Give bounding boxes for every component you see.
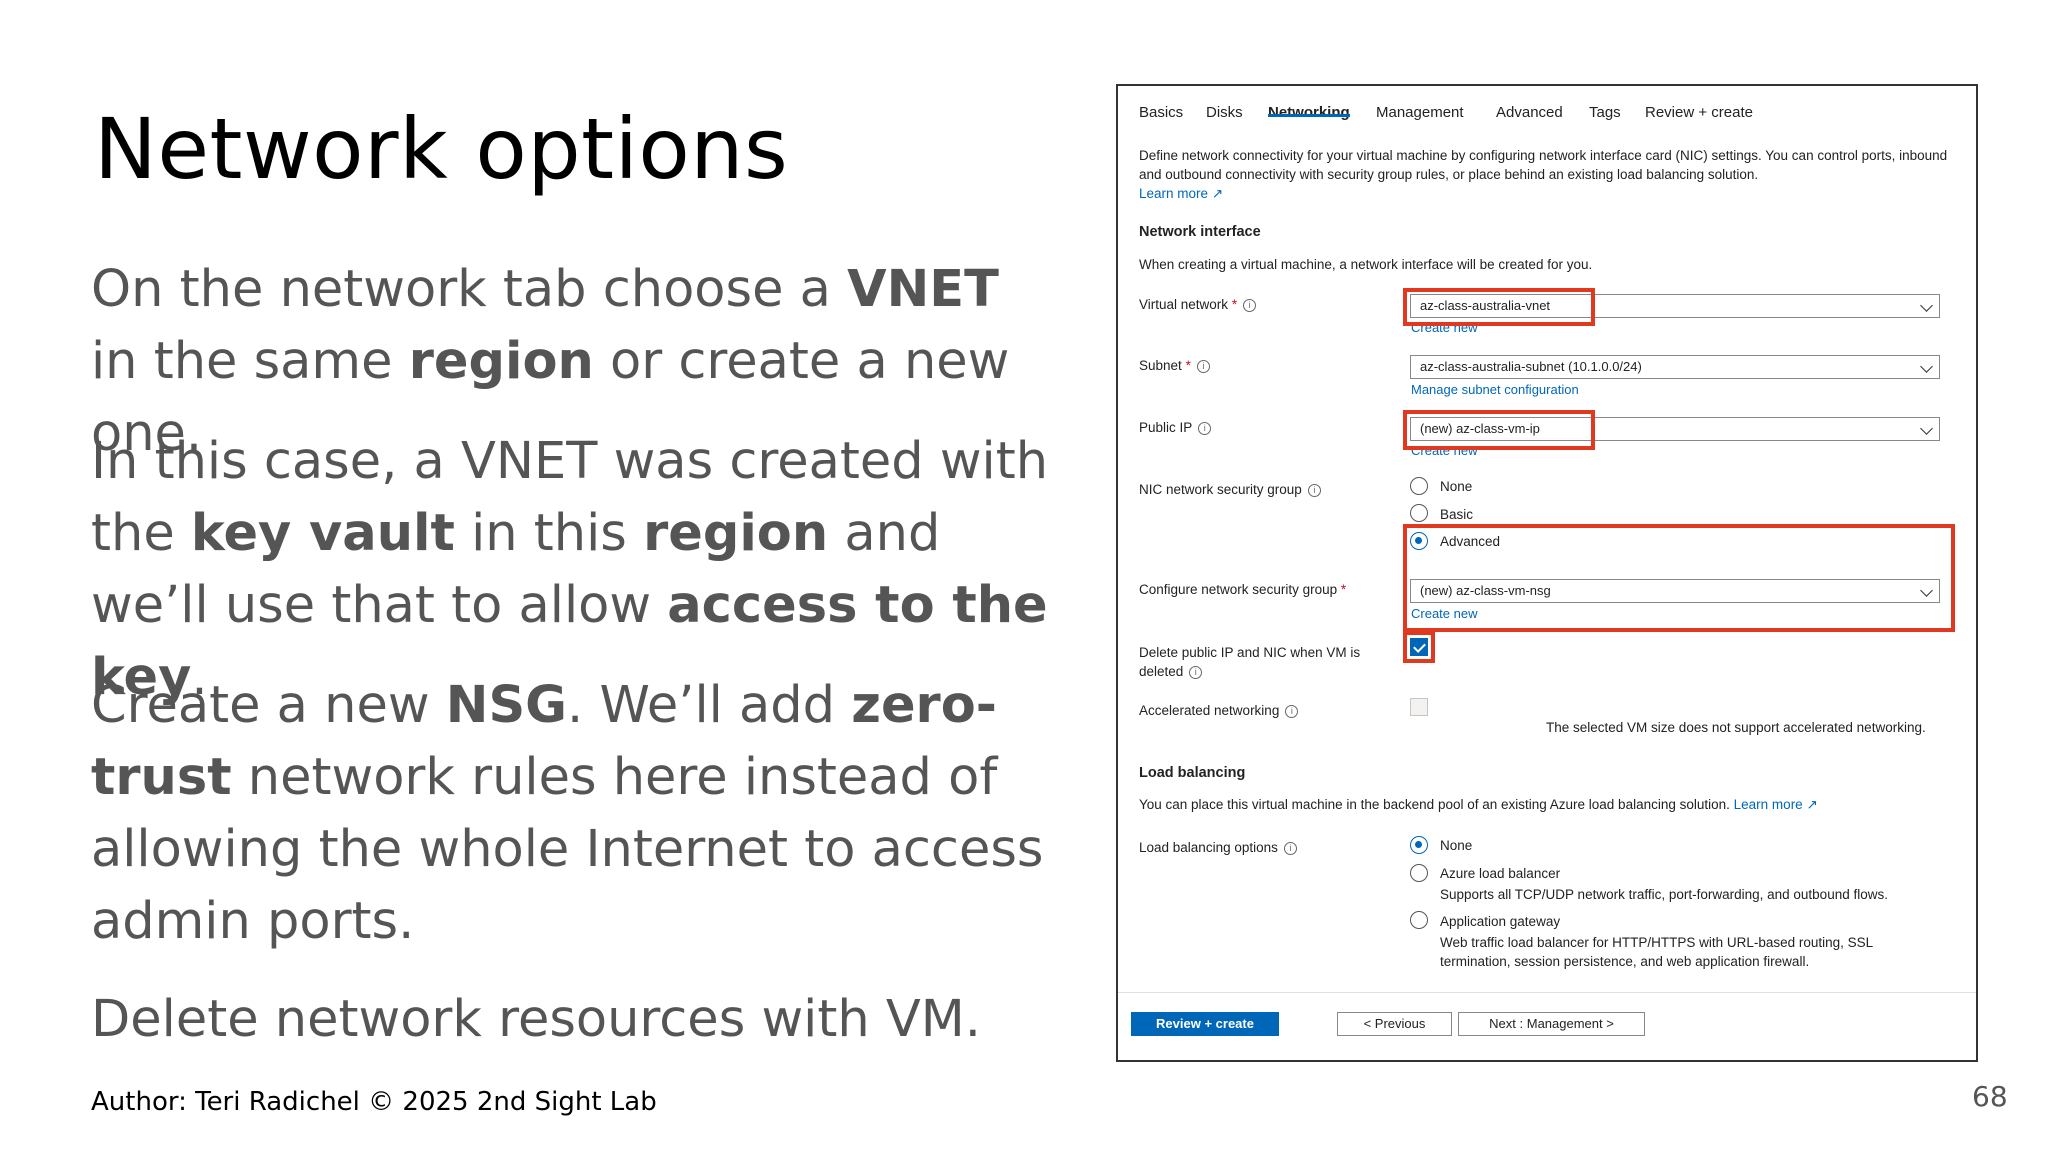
external-link-icon: ↗ xyxy=(1806,797,1818,812)
highlight-public-ip xyxy=(1403,410,1595,450)
virtual-network-label: Virtual network * i xyxy=(1139,297,1257,312)
external-link-icon: ↗ xyxy=(1211,186,1224,201)
review-create-button[interactable]: Review + create xyxy=(1131,1012,1279,1036)
page-number: 68 xyxy=(1972,1080,2008,1113)
info-circle-icon[interactable]: i xyxy=(1198,421,1212,435)
tab-networking[interactable]: Networking xyxy=(1268,104,1350,121)
lb-gateway-description-2: termination, session persistence, and we… xyxy=(1440,954,1810,969)
configure-nsg-label: Configure network security group * xyxy=(1139,582,1347,597)
author-footer: Author: Teri Radichel © 2025 2nd Sight L… xyxy=(91,1087,657,1117)
accelerated-networking-note: The selected VM size does not support ac… xyxy=(1546,720,1926,735)
accelerated-networking-label: Accelerated networking i xyxy=(1139,703,1299,718)
nic-nsg-label: NIC network security group i xyxy=(1139,482,1321,497)
learn-more-lb-link[interactable]: Learn more xyxy=(1734,797,1803,812)
lb-none-label: None xyxy=(1440,838,1473,853)
info-circle-icon[interactable]: i xyxy=(1307,483,1321,497)
info-circle-icon[interactable]: i xyxy=(1196,359,1210,373)
intro-text: Define network connectivity for your vir… xyxy=(1139,148,1948,201)
lb-gateway-label: Application gateway xyxy=(1440,914,1561,929)
info-circle-icon[interactable]: i xyxy=(1283,841,1297,855)
info-circle-icon[interactable]: i xyxy=(1285,704,1299,718)
nsg-basic-radio[interactable] xyxy=(1410,504,1428,522)
chevron-down-icon xyxy=(1920,422,1933,435)
accelerated-networking-checkbox xyxy=(1410,698,1428,716)
public-ip-label: Public IP i xyxy=(1139,420,1212,435)
paragraph-nsg: Create a new NSG. We’ll add zero-trust n… xyxy=(91,676,1044,951)
learn-more-link[interactable]: Learn more xyxy=(1139,186,1208,201)
subnet-label: Subnet * i xyxy=(1139,358,1210,373)
tab-review-create[interactable]: Review + create xyxy=(1645,104,1753,121)
chevron-down-icon xyxy=(1920,360,1933,373)
azure-networking-screenshot: Basics Disks Networking Management Advan… xyxy=(1116,84,1978,1062)
delete-ip-label: Delete public IP and NIC when VM is dele… xyxy=(1139,645,1361,679)
load-balancing-heading: Load balancing xyxy=(1139,765,1246,781)
nsg-none-label: None xyxy=(1440,479,1473,494)
next-management-button[interactable]: Next : Management > xyxy=(1458,1012,1645,1036)
tab-advanced[interactable]: Advanced xyxy=(1496,104,1563,121)
lb-azure-description: Supports all TCP/UDP network traffic, po… xyxy=(1440,887,1888,902)
lb-gateway-description-1: Web traffic load balancer for HTTP/HTTPS… xyxy=(1440,935,1874,950)
lb-azure-label: Azure load balancer xyxy=(1440,866,1561,881)
tab-management[interactable]: Management xyxy=(1376,104,1464,121)
load-balancing-description: You can place this virtual machine in th… xyxy=(1139,797,1818,812)
info-circle-icon[interactable]: i xyxy=(1243,298,1257,312)
network-interface-description: When creating a virtual machine, a netwo… xyxy=(1139,257,1593,272)
footer-divider xyxy=(1118,992,1976,993)
active-tab-underline xyxy=(1268,114,1350,117)
slide-title: Network options xyxy=(94,100,789,198)
nsg-none-radio[interactable] xyxy=(1410,477,1428,495)
tab-tags[interactable]: Tags xyxy=(1589,104,1621,121)
tab-basics[interactable]: Basics xyxy=(1139,104,1183,121)
tab-disks[interactable]: Disks xyxy=(1206,104,1243,121)
previous-button[interactable]: < Previous xyxy=(1337,1012,1452,1036)
paragraph-delete: Delete network resources with VM. xyxy=(91,990,981,1049)
highlight-delete-checkbox xyxy=(1403,631,1435,663)
subnet-dropdown[interactable]: az-class-australia-subnet (10.1.0.0/24) xyxy=(1410,355,1940,379)
lb-gateway-radio[interactable] xyxy=(1410,911,1428,929)
nsg-basic-label: Basic xyxy=(1440,507,1474,522)
load-balancing-options-label: Load balancing options i xyxy=(1139,840,1297,855)
chevron-down-icon xyxy=(1920,299,1933,312)
network-interface-heading: Network interface xyxy=(1139,224,1261,240)
highlight-vnet xyxy=(1403,288,1595,326)
highlight-nsg xyxy=(1403,524,1955,632)
lb-azure-radio[interactable] xyxy=(1410,864,1428,882)
info-circle-icon[interactable]: i xyxy=(1189,665,1203,679)
lb-none-radio[interactable] xyxy=(1410,836,1428,854)
manage-subnet-link[interactable]: Manage subnet configuration xyxy=(1411,382,1579,397)
